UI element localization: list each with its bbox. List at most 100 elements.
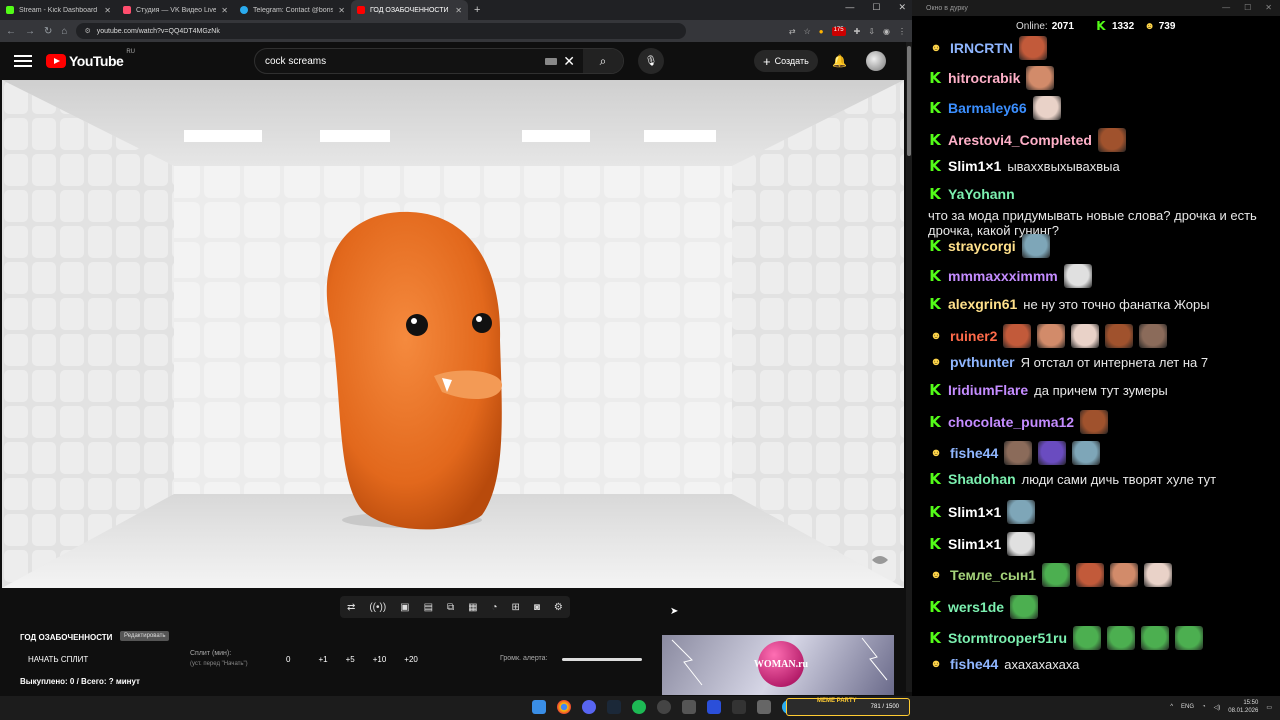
chat-username[interactable]: Barmaley66	[948, 100, 1027, 116]
chat-username[interactable]: hitrocrabik	[948, 70, 1020, 86]
close-window-icon[interactable]: ✕	[898, 2, 906, 13]
puzzle-icon[interactable]: ✚	[854, 27, 861, 36]
chat-username[interactable]: alexgrin61	[948, 296, 1017, 312]
edit-button[interactable]: Редактировать	[120, 631, 170, 641]
clear-search-icon[interactable]: ✕	[563, 53, 575, 70]
maximize-icon[interactable]: ☐	[1244, 3, 1251, 12]
chat-username[interactable]: pvthunter	[950, 354, 1015, 370]
volume-icon[interactable]: ◁)	[1214, 704, 1221, 711]
film-icon[interactable]: ▤	[424, 602, 433, 613]
chat-username[interactable]: Arestovi4_Completed	[948, 132, 1092, 148]
url-field[interactable]: ⚙ youtube.com/watch?v=QQ4DT4MGzNk	[76, 23, 687, 39]
notifications-bell-icon[interactable]: 🔔	[832, 54, 847, 68]
terminal-icon[interactable]	[732, 700, 746, 714]
chat-username[interactable]: YaYohann	[948, 186, 1015, 202]
speed-icon[interactable]: ◔	[492, 602, 498, 613]
close-tab-icon[interactable]: ✕	[221, 6, 228, 15]
extension-badge[interactable]: 175	[831, 26, 846, 36]
obs-icon[interactable]	[657, 700, 671, 714]
settings-gear-icon[interactable]: ⚙	[554, 602, 563, 613]
notifications-icon[interactable]: ▭	[1266, 704, 1272, 711]
chat-username[interactable]: fishe44	[950, 445, 998, 461]
chat-username[interactable]: Shadohan	[948, 471, 1016, 487]
chat-username[interactable]: Slim1×1	[948, 158, 1001, 174]
tab-youtube[interactable]: ГОД ОЗАБОЧЕННОСТИ - Yo ✕	[351, 0, 468, 20]
spotify-icon[interactable]	[632, 700, 646, 714]
chat-username[interactable]: straycorgi	[948, 238, 1016, 254]
windows-start-icon[interactable]	[532, 700, 546, 714]
search-input[interactable]: cock screams	[265, 56, 326, 67]
minimize-icon[interactable]: —	[1222, 3, 1230, 12]
discord-icon[interactable]	[582, 700, 596, 714]
broadcast-icon[interactable]: ((•))	[369, 602, 386, 613]
screenshot-icon[interactable]: ◙	[534, 602, 540, 613]
back-icon[interactable]: ←	[6, 26, 16, 37]
alert-volume-slider[interactable]	[562, 658, 642, 661]
chat-username[interactable]: IridiumFlare	[948, 382, 1028, 398]
clock[interactable]: 15:50 08.01.2026	[1228, 699, 1258, 715]
close-tab-icon[interactable]: ✕	[455, 6, 462, 15]
close-tab-icon[interactable]: ✕	[104, 6, 111, 15]
chat-emote	[1026, 66, 1055, 90]
user-avatar[interactable]	[866, 51, 886, 71]
chat-username[interactable]: Stormtrooper51ru	[948, 630, 1067, 646]
add-icon[interactable]: ⊞	[512, 602, 520, 613]
chat-username[interactable]: chocolate_puma12	[948, 414, 1074, 430]
video-player[interactable]	[2, 80, 904, 588]
chat-username[interactable]: mmmaxxximmm	[948, 268, 1058, 284]
screen-view-icon[interactable]: ▣	[400, 602, 409, 613]
maximize-icon[interactable]: ☐	[872, 2, 880, 13]
extension-icon[interactable]: ●	[819, 27, 824, 36]
loop-icon[interactable]: ⇄	[347, 602, 355, 613]
media-player-icon[interactable]	[707, 700, 721, 714]
chrome-icon[interactable]	[557, 700, 571, 714]
hamburger-menu-icon[interactable]	[14, 55, 32, 67]
menu-dots-icon[interactable]: ⋮	[898, 27, 906, 36]
chat-username[interactable]: Slim1×1	[948, 504, 1001, 520]
start-split-button[interactable]: НАЧАТЬ СПЛИТ	[28, 655, 88, 664]
add-20-button[interactable]: +20	[404, 655, 418, 664]
language-indicator[interactable]: ENG	[1181, 704, 1194, 710]
chat-username[interactable]: Slim1×1	[948, 536, 1001, 552]
window-manager-icon[interactable]	[757, 700, 771, 714]
minimize-icon[interactable]: —	[845, 2, 854, 13]
voice-search-button[interactable]: 🎙	[638, 48, 664, 74]
profile-icon[interactable]: ◉	[883, 27, 890, 36]
add-10-button[interactable]: +10	[373, 655, 387, 664]
network-icon[interactable]: ◔	[1202, 704, 1206, 710]
chat-username[interactable]: ruiner2	[950, 328, 997, 344]
youtube-logo[interactable]: YouTube RU	[46, 49, 135, 69]
close-window-icon[interactable]: ✕	[1265, 3, 1272, 12]
bookmark-star-icon[interactable]: ☆	[804, 27, 811, 36]
chat-username[interactable]: Темле_сын1	[950, 567, 1036, 583]
keyboard-icon[interactable]	[545, 57, 558, 65]
search-button[interactable]: ⌕	[583, 49, 623, 73]
translate-icon[interactable]: ⇄	[789, 27, 796, 36]
forward-icon[interactable]: →	[25, 26, 35, 37]
create-button[interactable]: + Создать	[754, 50, 818, 72]
tab-vk-video[interactable]: Студия — VK Видео Live ✕	[117, 0, 234, 20]
close-tab-icon[interactable]: ✕	[338, 6, 345, 15]
download-icon[interactable]: ⇩	[868, 27, 875, 36]
tab-kick-dashboard[interactable]: Stream - Kick Dashboard ✕	[0, 0, 117, 20]
search-box[interactable]: cock screams ✕ ⌕	[254, 48, 624, 74]
fullscreen-icon[interactable]: ⧉	[447, 602, 454, 613]
tab-telegram[interactable]: Telegram: Contact @boris_roch ✕	[234, 0, 351, 20]
site-info-icon[interactable]: ⚙	[84, 27, 90, 35]
steam-icon[interactable]	[607, 700, 621, 714]
chat-username[interactable]: IRNCRTN	[950, 40, 1013, 56]
chat-username[interactable]: wers1de	[948, 599, 1004, 615]
add-5-button[interactable]: +5	[346, 655, 355, 664]
reload-icon[interactable]: ↻	[44, 26, 52, 37]
app-icon[interactable]	[682, 700, 696, 714]
new-tab-icon[interactable]: +	[468, 4, 486, 16]
ad-banner[interactable]: WOMAN.ru	[662, 635, 894, 695]
add-1-button[interactable]: +1	[318, 655, 327, 664]
chat-message: K Stormtrooper51ru	[928, 626, 1270, 650]
tray-chevron-icon[interactable]: ^	[1170, 704, 1173, 710]
meme-party-widget[interactable]: MEME PARTY 781 / 1500	[786, 698, 910, 716]
mini-player-icon[interactable]: ▦	[468, 602, 477, 613]
chat-username[interactable]: fishe44	[950, 656, 998, 672]
home-icon[interactable]: ⌂	[61, 26, 67, 37]
scrollbar-thumb[interactable]	[907, 46, 911, 156]
